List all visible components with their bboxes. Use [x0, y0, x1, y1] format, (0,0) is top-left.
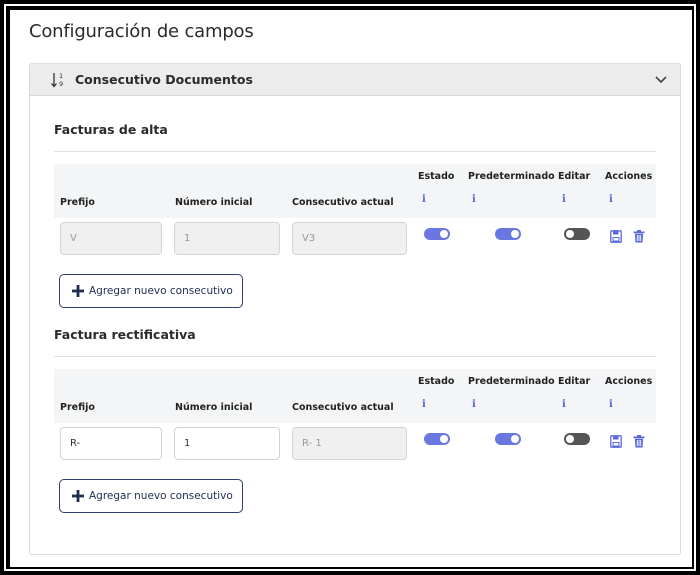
page-title: Configuración de campos: [29, 21, 254, 42]
col-estado: Estado: [418, 376, 455, 387]
numero-inicial-field: 1: [174, 222, 280, 255]
add-button-label: Agregar nuevo consecutivo: [89, 490, 233, 502]
col-editar: Editar: [558, 376, 591, 387]
predeterminado-toggle[interactable]: [495, 433, 521, 445]
col-predeterminado: Predeterminado: [468, 376, 555, 387]
add-button-label: Agregar nuevo consecutivo: [89, 285, 233, 297]
col-prefijo: Prefijo: [60, 197, 95, 208]
save-icon[interactable]: [610, 230, 622, 243]
info-icon[interactable]: i: [422, 399, 426, 410]
info-icon[interactable]: i: [562, 399, 566, 410]
sort-numeric-icon: 1 9: [51, 72, 63, 88]
section-divider: [54, 151, 656, 152]
estado-toggle[interactable]: [424, 228, 450, 240]
col-acciones: Acciones: [605, 171, 653, 182]
accordion-header[interactable]: 1 9 Consecutivo Documentos: [30, 64, 680, 96]
info-icon[interactable]: i: [472, 399, 476, 410]
col-consecutivo-actual: Consecutivo actual: [292, 197, 394, 208]
editar-toggle[interactable]: [564, 433, 590, 445]
consecutivo-actual-field: R- 1: [292, 427, 407, 460]
table-header: Prefijo Número inicial Consecutivo actua…: [54, 164, 656, 218]
svg-text:1: 1: [59, 72, 63, 80]
col-numero-inicial: Número inicial: [175, 197, 253, 208]
estado-toggle[interactable]: [424, 433, 450, 445]
trash-icon[interactable]: [633, 435, 645, 448]
plus-icon: [72, 490, 84, 502]
info-icon[interactable]: i: [609, 194, 613, 205]
col-acciones: Acciones: [605, 376, 653, 387]
col-consecutivo-actual: Consecutivo actual: [292, 402, 394, 413]
section-divider: [54, 356, 656, 357]
save-icon[interactable]: [610, 435, 622, 448]
prefijo-field: V: [60, 222, 162, 255]
col-predeterminado: Predeterminado: [468, 171, 555, 182]
consecutivo-accordion: 1 9 Consecutivo Documentos Facturas de a…: [29, 63, 681, 555]
add-consecutivo-button[interactable]: Agregar nuevo consecutivo: [59, 274, 243, 308]
add-consecutivo-button[interactable]: Agregar nuevo consecutivo: [59, 479, 243, 513]
info-icon[interactable]: i: [422, 194, 426, 205]
col-prefijo: Prefijo: [60, 402, 95, 413]
table-header: Prefijo Número inicial Consecutivo actua…: [54, 369, 656, 423]
info-icon[interactable]: i: [472, 194, 476, 205]
col-editar: Editar: [558, 171, 591, 182]
plus-icon: [72, 285, 84, 297]
numero-inicial-input[interactable]: 1: [174, 427, 280, 460]
prefijo-input[interactable]: R-: [60, 427, 162, 460]
section-title-factura-rectificativa: Factura rectificativa: [54, 327, 196, 342]
col-estado: Estado: [418, 171, 455, 182]
chevron-down-icon[interactable]: [654, 75, 668, 85]
info-icon[interactable]: i: [562, 194, 566, 205]
svg-text:9: 9: [59, 80, 63, 88]
consecutivo-actual-field: V3: [292, 222, 407, 255]
info-icon[interactable]: i: [609, 399, 613, 410]
editar-toggle[interactable]: [564, 228, 590, 240]
trash-icon[interactable]: [633, 230, 645, 243]
predeterminado-toggle[interactable]: [495, 228, 521, 240]
accordion-title: Consecutivo Documentos: [75, 72, 253, 87]
section-title-facturas-alta: Facturas de alta: [54, 122, 168, 137]
col-numero-inicial: Número inicial: [175, 402, 253, 413]
